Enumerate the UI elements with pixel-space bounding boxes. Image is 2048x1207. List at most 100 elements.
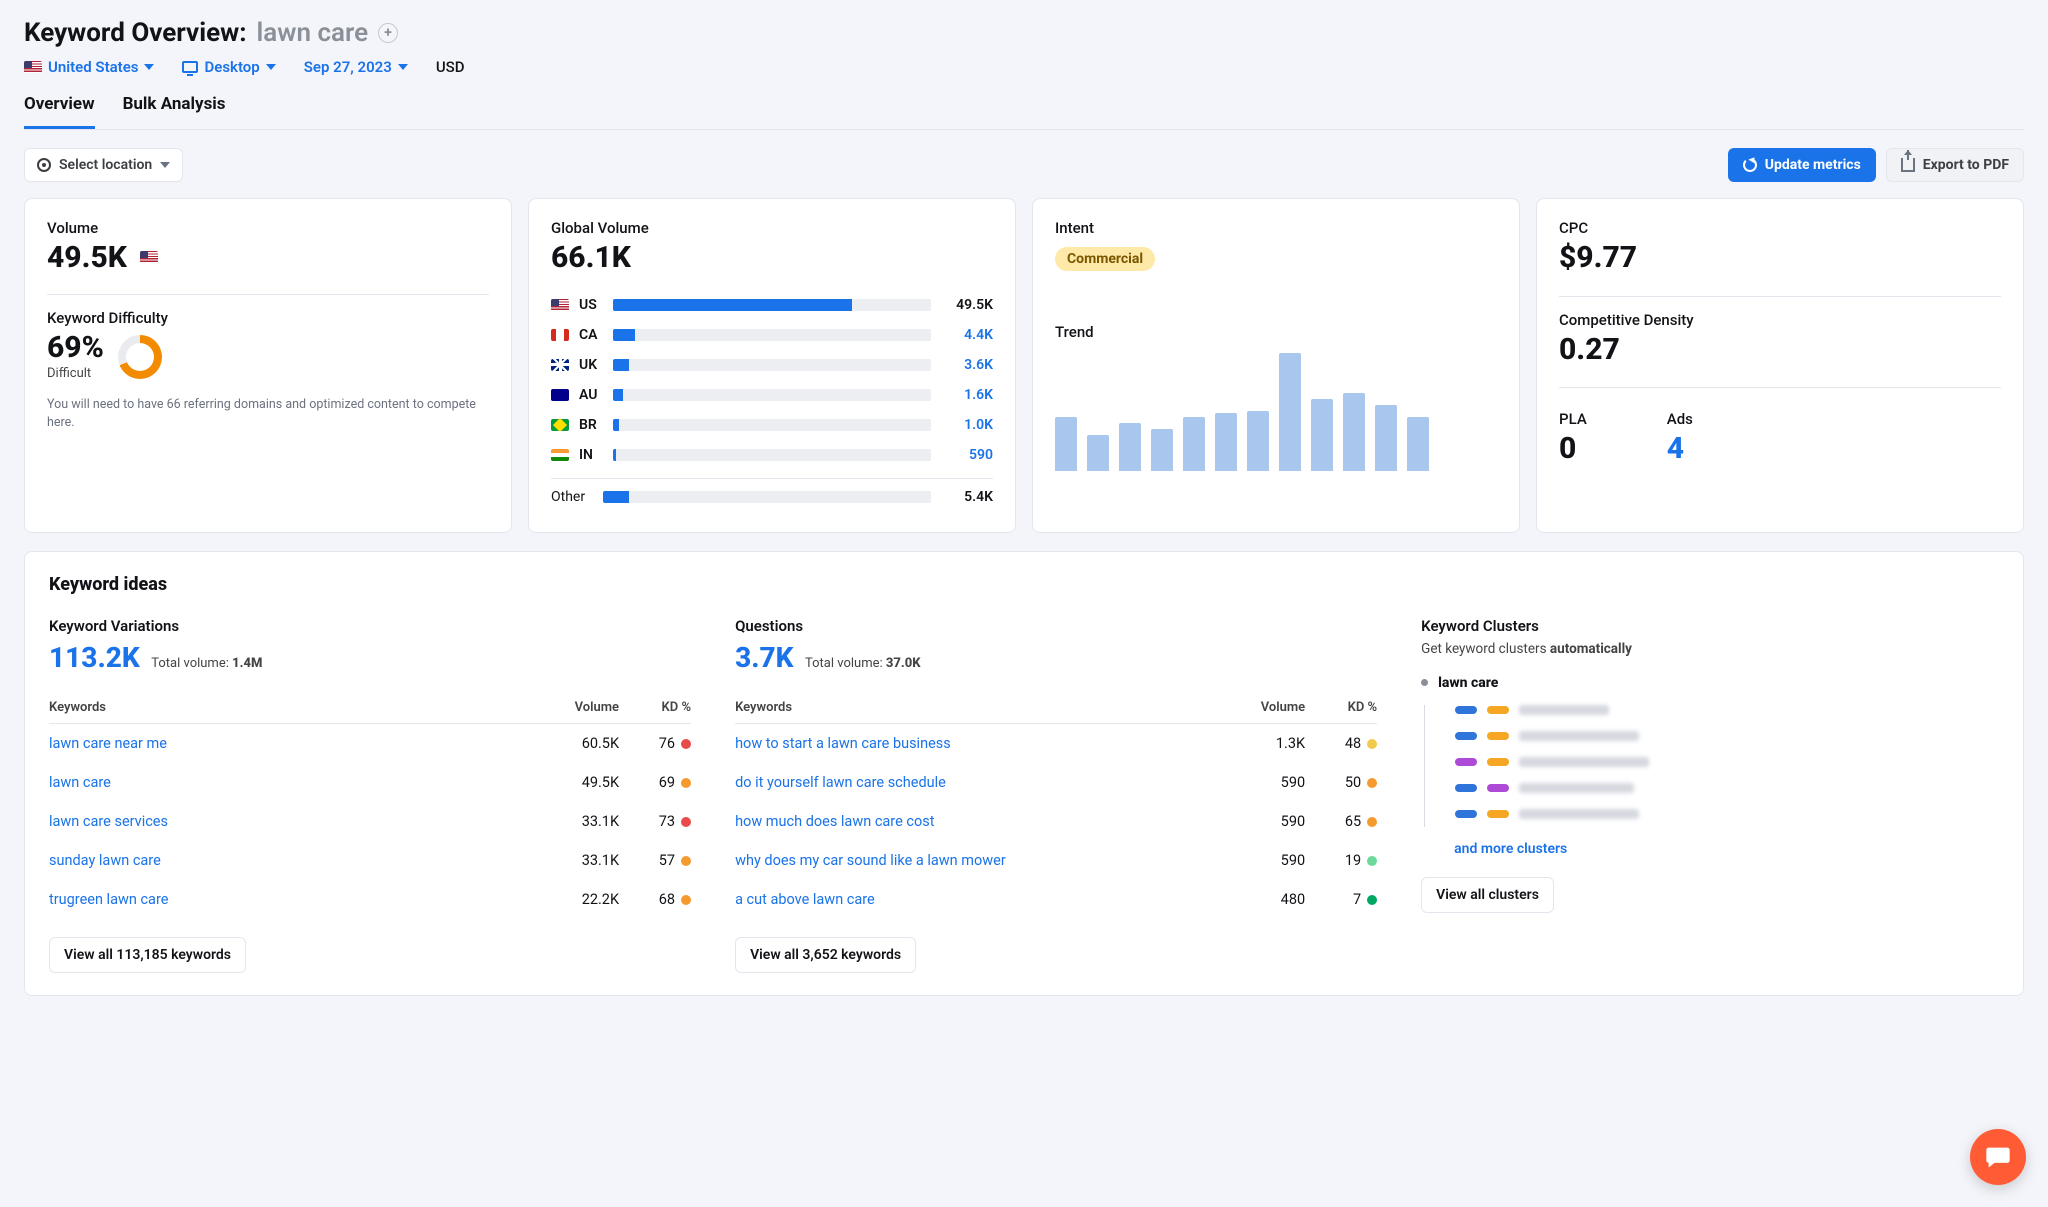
keyword-link[interactable]: trugreen lawn care xyxy=(49,891,168,908)
gv-value-link[interactable]: 4.4K xyxy=(941,327,993,343)
kd-dot-icon xyxy=(681,895,691,905)
trend-bar xyxy=(1151,429,1173,471)
questions-table: Keywords Volume KD % how to start a lawn… xyxy=(735,692,1377,919)
keyword-link[interactable]: lawn care services xyxy=(49,813,168,830)
keyword-link[interactable]: lawn care xyxy=(49,774,111,791)
global-volume-row: BR1.0K xyxy=(551,410,993,440)
uk-flag-icon xyxy=(551,359,569,371)
title-prefix: Keyword Overview: xyxy=(24,18,247,48)
kw-volume: 22.2K xyxy=(464,880,619,919)
filter-device[interactable]: Desktop xyxy=(182,58,275,76)
keyword-link[interactable]: lawn care near me xyxy=(49,735,167,752)
cluster-child[interactable] xyxy=(1455,783,1999,793)
cluster-child[interactable] xyxy=(1455,705,1999,715)
trend-bar xyxy=(1279,353,1301,471)
au-flag-icon xyxy=(551,389,569,401)
location-pin-icon xyxy=(37,158,51,172)
gv-country-code: CA xyxy=(579,327,603,343)
gv-country-code: US xyxy=(579,297,603,313)
trend-bar xyxy=(1087,435,1109,471)
gv-value-link[interactable]: 1.6K xyxy=(941,387,993,403)
volume-value: 49.5K xyxy=(47,241,489,276)
pla-label: PLA xyxy=(1559,410,1587,428)
table-row: do it yourself lawn care schedule59050 xyxy=(735,763,1377,802)
kd-label: Keyword Difficulty xyxy=(47,309,489,327)
gv-value-link[interactable]: 590 xyxy=(941,447,993,463)
ads-value-link[interactable]: 4 xyxy=(1667,432,1693,467)
cluster-child[interactable] xyxy=(1455,809,1999,819)
cluster-pill-icon xyxy=(1487,706,1509,714)
tab-bulk-analysis[interactable]: Bulk Analysis xyxy=(123,94,226,129)
us-flag-icon xyxy=(551,299,569,311)
select-location-label: Select location xyxy=(59,157,152,173)
title-keyword: lawn care xyxy=(257,18,369,48)
view-all-clusters-button[interactable]: View all clusters xyxy=(1421,877,1554,913)
cluster-blurred-text xyxy=(1519,783,1634,793)
tabs: Overview Bulk Analysis xyxy=(24,94,2024,130)
kw-volume: 590 xyxy=(1225,763,1305,802)
gv-bar xyxy=(613,329,931,341)
keyword-link[interactable]: sunday lawn care xyxy=(49,852,161,869)
select-location-dropdown[interactable]: Select location xyxy=(24,148,183,182)
global-volume-row: CA 4.4K xyxy=(551,320,993,350)
gv-country-code: IN xyxy=(579,447,603,463)
cluster-blurred-text xyxy=(1519,757,1649,767)
cluster-child[interactable] xyxy=(1455,731,1999,741)
export-icon xyxy=(1901,158,1915,172)
cd-value: 0.27 xyxy=(1559,333,2001,368)
kw-kd: 65 xyxy=(1305,802,1377,841)
intent-trend-card: Intent Commercial Trend xyxy=(1032,198,1520,533)
keyword-link[interactable]: how to start a lawn care business xyxy=(735,735,951,752)
trend-bar xyxy=(1119,423,1141,471)
filter-country[interactable]: United States xyxy=(24,58,154,76)
cluster-child[interactable] xyxy=(1455,757,1999,767)
gv-value-link[interactable]: 1.0K xyxy=(941,417,993,433)
volume-label: Volume xyxy=(47,219,489,237)
keyword-link[interactable]: do it yourself lawn care schedule xyxy=(735,774,946,791)
keyword-link[interactable]: why does my car sound like a lawn mower xyxy=(735,852,1006,869)
kw-volume: 480 xyxy=(1225,880,1305,919)
kw-kd: 73 xyxy=(619,802,691,841)
export-pdf-button[interactable]: Export to PDF xyxy=(1886,148,2024,182)
kd-dot-icon xyxy=(1367,739,1377,749)
kd-donut-chart xyxy=(118,335,162,379)
global-volume-row: US49.5K xyxy=(551,290,993,320)
filter-date[interactable]: Sep 27, 2023 xyxy=(304,58,408,76)
view-all-variations-button[interactable]: View all 113,185 keywords xyxy=(49,937,246,973)
kd-note: You will need to have 66 referring domai… xyxy=(47,396,489,432)
filter-currency: USD xyxy=(436,58,465,76)
header-filters: United States Desktop Sep 27, 2023 USD xyxy=(24,58,2024,76)
keyword-link[interactable]: how much does lawn care cost xyxy=(735,813,934,830)
view-all-questions-button[interactable]: View all 3,652 keywords xyxy=(735,937,916,973)
toolbar: Select location Update metrics Export to… xyxy=(24,148,2024,182)
questions-count-link[interactable]: 3.7K xyxy=(735,641,793,674)
filter-country-label: United States xyxy=(48,58,138,76)
add-keyword-icon[interactable]: + xyxy=(378,23,398,43)
cluster-pill-icon xyxy=(1455,732,1477,740)
kd-value: 69% xyxy=(47,331,104,366)
gv-value-link[interactable]: 3.6K xyxy=(941,357,993,373)
global-volume-card: Global Volume 66.1K US49.5KCA4.4KUK3.6KA… xyxy=(528,198,1016,533)
kd-dot-icon xyxy=(681,739,691,749)
cluster-root[interactable]: lawn care xyxy=(1421,675,1999,691)
update-metrics-button[interactable]: Update metrics xyxy=(1728,148,1876,182)
keyword-link[interactable]: a cut above lawn care xyxy=(735,891,875,908)
gv-country-code: UK xyxy=(579,357,603,373)
global-volume-label: Global Volume xyxy=(551,219,993,237)
chat-fab-button[interactable] xyxy=(1970,1129,2026,1185)
gv-other-bar xyxy=(603,491,931,503)
tab-overview[interactable]: Overview xyxy=(24,94,95,129)
volume-card: Volume 49.5K Keyword Difficulty 69% Diff… xyxy=(24,198,512,533)
cluster-pill-icon xyxy=(1487,758,1509,766)
table-row: why does my car sound like a lawn mower5… xyxy=(735,841,1377,880)
br-flag-icon xyxy=(551,419,569,431)
gv-bar xyxy=(613,359,931,371)
kd-dot-icon xyxy=(1367,895,1377,905)
variations-total: Total volume: 1.4M xyxy=(151,656,262,671)
variations-count-link[interactable]: 113.2K xyxy=(49,641,140,674)
cluster-pill-icon xyxy=(1487,810,1509,818)
variations-column: Keyword Variations 113.2K Total volume: … xyxy=(49,617,691,973)
more-clusters-link[interactable]: and more clusters xyxy=(1454,841,1999,857)
cluster-blurred-text xyxy=(1519,731,1639,741)
filter-date-label: Sep 27, 2023 xyxy=(304,58,392,76)
